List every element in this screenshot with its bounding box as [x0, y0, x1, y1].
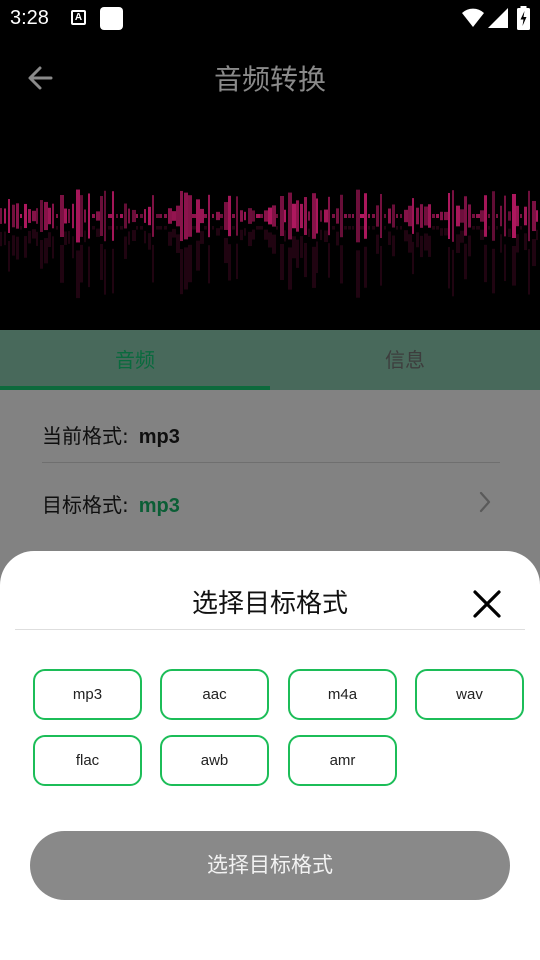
format-option-flac[interactable]: flac	[33, 735, 142, 786]
battery-charging-icon	[517, 6, 530, 30]
sheet-divider	[15, 629, 525, 630]
divider	[42, 462, 500, 463]
a-notification-icon: A	[71, 10, 86, 25]
tab-info[interactable]: 信息	[270, 330, 540, 390]
app-bar: 音频转换	[0, 38, 540, 118]
format-option-aac[interactable]: aac	[160, 669, 269, 720]
status-bar: 3:28 A	[0, 0, 540, 38]
format-option-amr[interactable]: amr	[288, 735, 397, 786]
sheet-title: 选择目标格式	[191, 589, 348, 619]
square-notification-icon	[100, 7, 123, 30]
format-picker-sheet: 选择目标格式 mp3 aac m4a wav flac awb amr 选择目标…	[0, 551, 540, 960]
page-title: 音频转换	[213, 63, 326, 96]
audio-waveform	[0, 118, 540, 330]
current-format-row: 当前格式: mp3	[42, 420, 180, 449]
current-format-value: mp3	[138, 426, 180, 448]
format-option-wav[interactable]: wav	[415, 669, 524, 720]
target-format-label: 目标格式:	[42, 493, 129, 517]
close-button[interactable]	[471, 588, 503, 620]
format-option-m4a[interactable]: m4a	[288, 669, 397, 720]
tab-audio[interactable]: 音频	[0, 330, 270, 390]
target-format-value: mp3	[138, 495, 180, 517]
confirm-format-button[interactable]: 选择目标格式	[30, 831, 510, 900]
close-icon	[473, 590, 501, 618]
signal-icon	[488, 8, 508, 28]
format-option-mp3[interactable]: mp3	[33, 669, 142, 720]
wifi-icon	[462, 8, 484, 27]
chevron-right-icon[interactable]	[478, 490, 492, 514]
tab-bar: 音频 信息	[0, 330, 540, 390]
format-option-awb[interactable]: awb	[160, 735, 269, 786]
target-format-row[interactable]: 目标格式: mp3	[42, 489, 180, 518]
current-format-label: 当前格式:	[42, 424, 129, 448]
status-time: 3:28	[10, 7, 49, 29]
